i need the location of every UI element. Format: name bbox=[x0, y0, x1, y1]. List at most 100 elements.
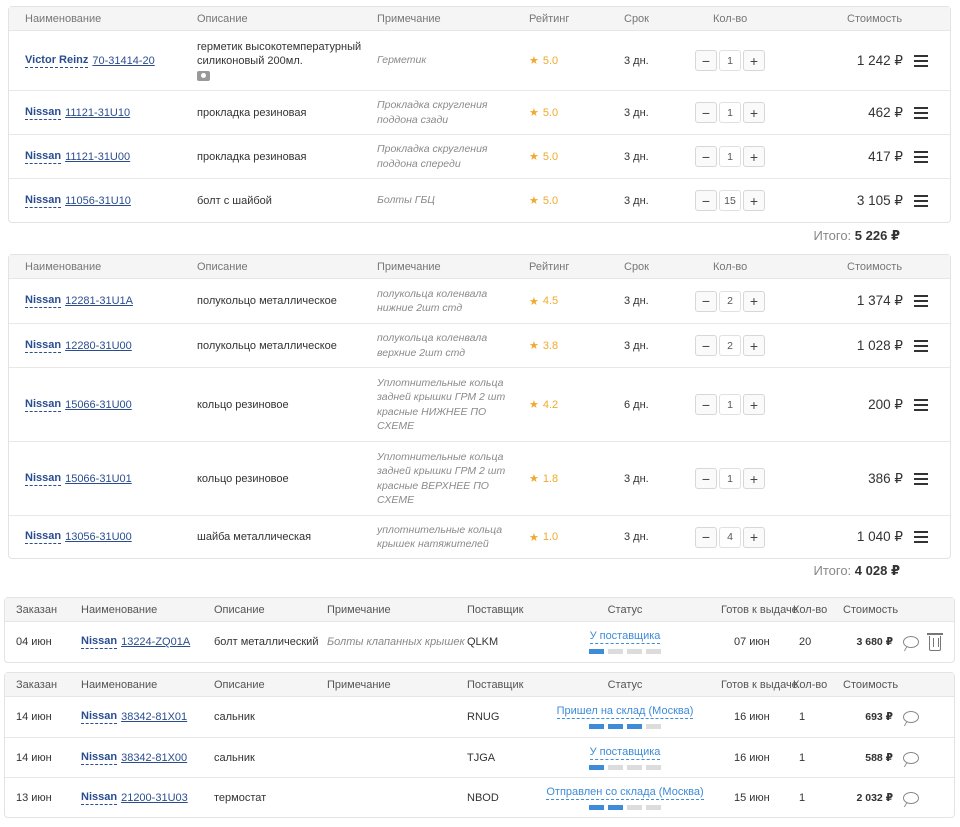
article-link[interactable]: 11056-31U10 bbox=[65, 195, 131, 207]
status-link[interactable]: У поставщика bbox=[589, 630, 661, 644]
decrease-button[interactable]: − bbox=[695, 335, 717, 356]
article-link[interactable]: 13056-31U00 bbox=[65, 531, 132, 543]
brand-link[interactable]: Nissan bbox=[81, 710, 118, 724]
increase-button[interactable]: + bbox=[743, 290, 765, 312]
increase-button[interactable]: + bbox=[743, 50, 765, 71]
part-note: Прокладка скругления поддона сзади bbox=[377, 99, 488, 126]
article-link[interactable]: 11121-31U00 bbox=[65, 151, 130, 163]
row-cost: 1 374 ₽ bbox=[856, 293, 903, 308]
comment-icon[interactable] bbox=[903, 711, 919, 723]
part-description: полукольцо металлическое bbox=[197, 295, 337, 307]
cart-total-1: Итого: 5 226 ₽ bbox=[813, 228, 900, 243]
brand-link[interactable]: Nissan bbox=[81, 635, 118, 649]
decrease-button[interactable]: − bbox=[695, 50, 717, 71]
col-ready: Готов к выдаче bbox=[721, 603, 798, 616]
brand-link[interactable]: Nissan bbox=[25, 106, 62, 120]
delivery-term: 3 дн. bbox=[624, 194, 649, 207]
article-link[interactable]: 11121-31U10 bbox=[65, 107, 130, 119]
increase-button[interactable]: + bbox=[743, 102, 765, 123]
quantity-input[interactable]: 1 bbox=[719, 468, 741, 489]
cart-row: Nissan 12281-31U1A полукольцо металлическо… bbox=[9, 279, 950, 323]
quantity-input[interactable]: 15 bbox=[719, 190, 741, 211]
progress-step bbox=[608, 804, 623, 810]
quantity-input[interactable]: 1 bbox=[719, 394, 741, 415]
brand-link[interactable]: Nissan bbox=[25, 339, 62, 353]
orders-table-2: Заказан Наименование Описание Примечание… bbox=[4, 672, 955, 818]
article-link[interactable]: 38342-81X00 bbox=[121, 752, 187, 764]
decrease-button[interactable]: − bbox=[695, 394, 717, 415]
article-link[interactable]: 15066-31U01 bbox=[65, 473, 132, 485]
decrease-button[interactable]: − bbox=[695, 102, 717, 123]
decrease-button[interactable]: − bbox=[695, 468, 717, 489]
comment-icon[interactable] bbox=[903, 636, 919, 648]
cart-header: Наименование Описание Примечание Рейтинг… bbox=[9, 255, 950, 279]
menu-icon[interactable] bbox=[914, 398, 928, 411]
supplier-code: QLKM bbox=[467, 636, 499, 648]
article-link[interactable]: 12281-31U1A bbox=[65, 295, 133, 307]
brand-link[interactable]: Nissan bbox=[25, 294, 62, 308]
increase-button[interactable]: + bbox=[743, 394, 765, 415]
decrease-button[interactable]: − bbox=[695, 526, 717, 548]
article-link[interactable]: 70-31414-20 bbox=[92, 55, 154, 67]
star-icon: ★ bbox=[529, 151, 539, 163]
increase-button[interactable]: + bbox=[743, 190, 765, 211]
col-desc: Описание bbox=[197, 261, 248, 273]
col-qty: Кол-во bbox=[713, 261, 748, 273]
star-icon: ★ bbox=[529, 195, 539, 207]
status-link[interactable]: Отправлен со склада (Москва) bbox=[546, 786, 704, 800]
rating-value: 5.0 bbox=[542, 150, 559, 163]
brand-link[interactable]: Nissan bbox=[81, 791, 118, 805]
quantity-input[interactable]: 4 bbox=[719, 526, 741, 548]
orders-header: Заказан Наименование Описание Примечание… bbox=[5, 598, 954, 622]
menu-icon[interactable] bbox=[914, 194, 928, 207]
increase-button[interactable]: + bbox=[743, 146, 765, 167]
comment-icon[interactable] bbox=[903, 791, 919, 804]
menu-icon[interactable] bbox=[914, 295, 928, 307]
star-icon: ★ bbox=[529, 473, 539, 485]
brand-link[interactable]: Nissan bbox=[25, 150, 62, 164]
increase-button[interactable]: + bbox=[743, 335, 765, 356]
article-link[interactable]: 13224-ZQ01A bbox=[121, 636, 190, 648]
camera-icon[interactable] bbox=[197, 71, 210, 81]
quantity-input[interactable]: 2 bbox=[719, 290, 741, 312]
progress-step bbox=[646, 804, 661, 810]
increase-button[interactable]: + bbox=[743, 468, 765, 489]
brand-link[interactable]: Nissan bbox=[25, 194, 62, 208]
menu-icon[interactable] bbox=[914, 106, 928, 119]
article-link[interactable]: 38342-81X01 bbox=[121, 711, 187, 723]
part-note: Герметик bbox=[377, 54, 427, 67]
star-icon: ★ bbox=[529, 295, 539, 308]
trash-icon[interactable] bbox=[927, 633, 943, 651]
menu-icon[interactable] bbox=[914, 339, 928, 352]
decrease-button[interactable]: − bbox=[695, 290, 717, 312]
cart-row: Nissan 12280-31U00 полукольцо металлическо… bbox=[9, 323, 950, 367]
menu-icon[interactable] bbox=[914, 150, 928, 163]
brand-link[interactable]: Victor Reinz bbox=[25, 54, 89, 68]
comment-icon[interactable] bbox=[903, 751, 919, 764]
quantity-input[interactable]: 2 bbox=[719, 335, 741, 356]
progress-step bbox=[627, 804, 642, 810]
status-link[interactable]: Пришел на склад (Москва) bbox=[556, 705, 694, 719]
brand-link[interactable]: Nissan bbox=[81, 751, 118, 765]
star-icon: ★ bbox=[529, 55, 539, 67]
menu-icon[interactable] bbox=[914, 54, 928, 67]
quantity-input[interactable]: 1 bbox=[719, 146, 741, 167]
status-link[interactable]: У поставщика bbox=[589, 746, 661, 760]
menu-icon[interactable] bbox=[914, 531, 928, 543]
decrease-button[interactable]: − bbox=[695, 190, 717, 211]
article-link[interactable]: 12280-31U00 bbox=[65, 340, 132, 352]
menu-icon[interactable] bbox=[914, 472, 928, 485]
brand-link[interactable]: Nissan bbox=[25, 398, 62, 412]
increase-button[interactable]: + bbox=[743, 526, 765, 548]
decrease-button[interactable]: − bbox=[695, 146, 717, 167]
order-date: 14 июн bbox=[16, 751, 52, 764]
article-link[interactable]: 21200-31U03 bbox=[121, 792, 188, 804]
col-term: Срок bbox=[624, 261, 649, 273]
quantity-input[interactable]: 1 bbox=[719, 102, 741, 123]
cart-row: Nissan 15066-31U01 кольцо резиновое Уплотни… bbox=[9, 441, 950, 515]
brand-link[interactable]: Nissan bbox=[25, 472, 62, 486]
article-link[interactable]: 15066-31U00 bbox=[65, 399, 132, 411]
brand-link[interactable]: Nissan bbox=[25, 530, 62, 544]
rating-value: 4.5 bbox=[542, 295, 559, 307]
quantity-input[interactable]: 1 bbox=[719, 50, 741, 71]
